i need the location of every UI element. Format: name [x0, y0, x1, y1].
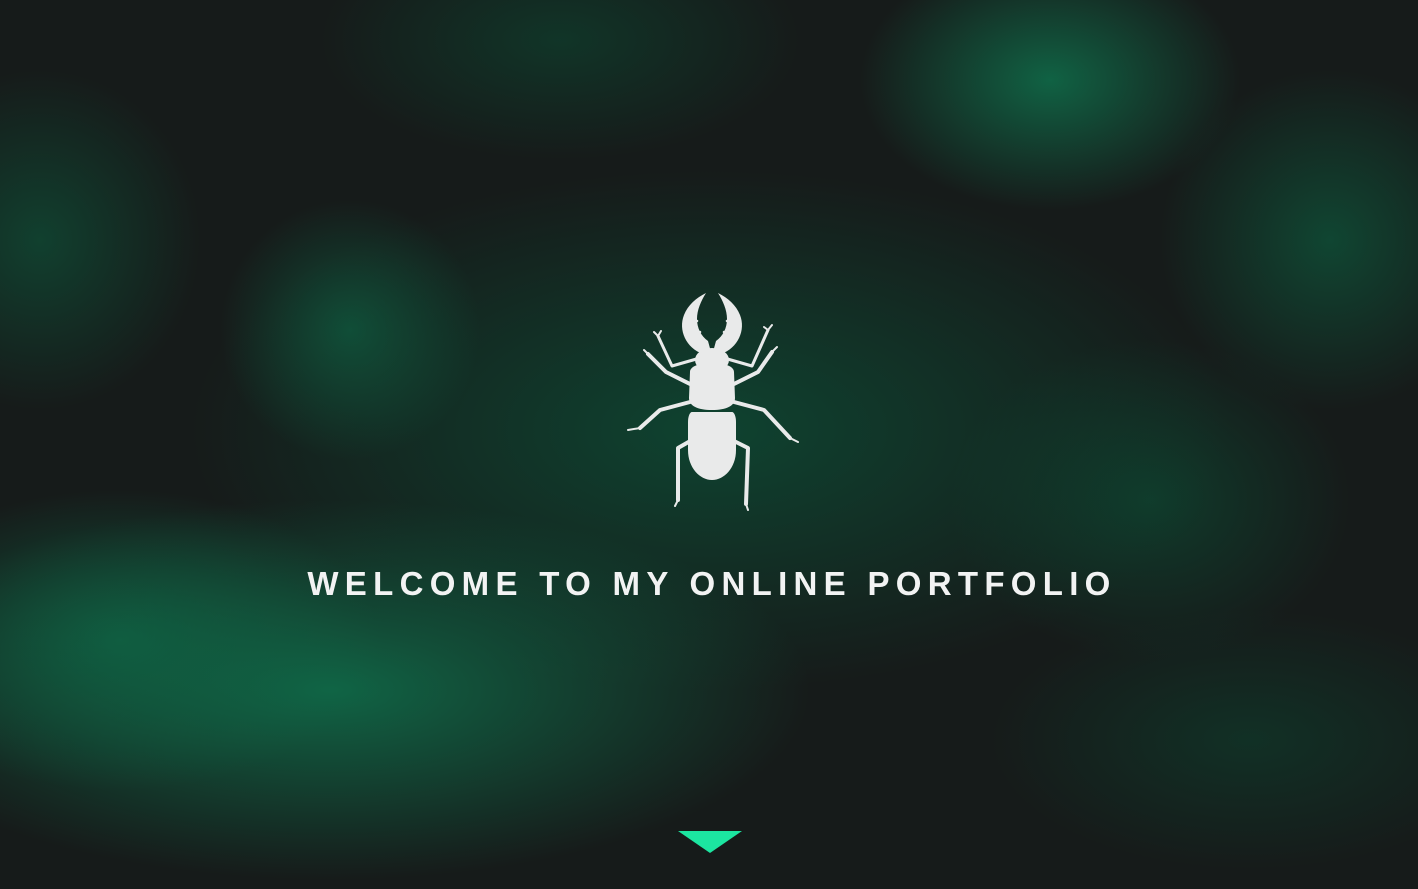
welcome-headline: WELCOME TO MY ONLINE PORTFOLIO	[307, 565, 1117, 602]
stag-beetle-icon	[620, 288, 804, 514]
triangle-down-icon	[678, 831, 742, 853]
scroll-down-button[interactable]	[674, 826, 746, 860]
